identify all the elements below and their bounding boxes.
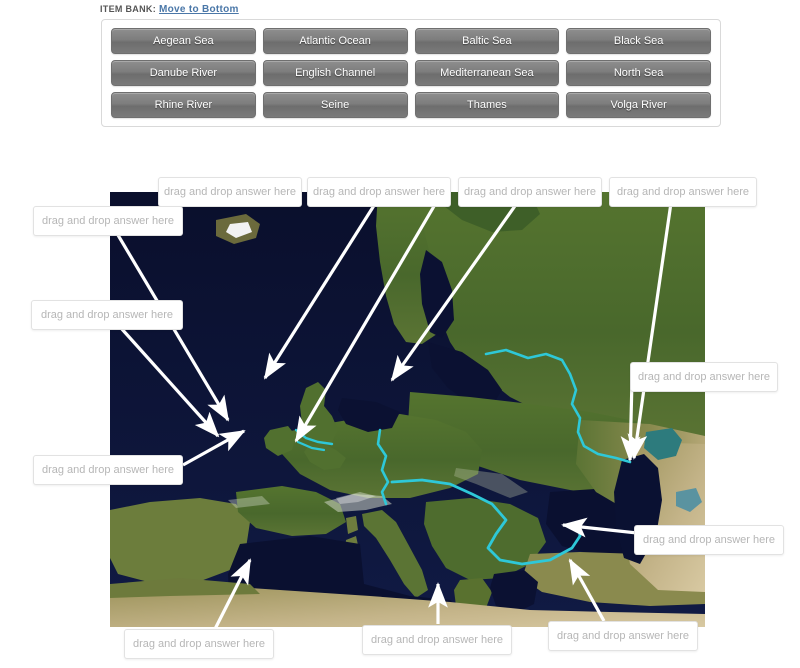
move-to-bottom-link[interactable]: Move to Bottom <box>159 4 239 15</box>
drop-zone[interactable]: drag and drop answer here <box>630 362 778 392</box>
item-bank-item-label: Black Sea <box>613 35 664 47</box>
item-bank-item[interactable]: Aegean Sea <box>111 28 256 54</box>
item-bank-container: Aegean Sea Atlantic Ocean Baltic Sea Black … <box>101 19 721 127</box>
drop-zone[interactable]: drag and drop answer here <box>31 300 183 330</box>
drop-zone-placeholder: drag and drop answer here <box>132 638 266 650</box>
item-bank-item[interactable]: Volga River <box>566 92 711 118</box>
map-graphic <box>110 192 705 627</box>
item-bank-item-label: Seine <box>321 99 350 111</box>
drop-zone[interactable]: drag and drop answer here <box>634 525 784 555</box>
item-bank-item[interactable]: English Channel <box>262 60 408 86</box>
drop-zone-placeholder: drag and drop answer here <box>163 186 297 198</box>
drop-zone[interactable]: drag and drop answer here <box>548 621 698 651</box>
item-bank-item[interactable]: Rhine River <box>111 92 256 118</box>
drop-zone-placeholder: drag and drop answer here <box>370 634 504 646</box>
drop-zone[interactable]: drag and drop answer here <box>124 629 274 659</box>
drop-zone-placeholder: drag and drop answer here <box>312 186 446 198</box>
item-bank-item[interactable]: Thames <box>414 92 560 118</box>
drop-zone[interactable]: drag and drop answer here <box>307 177 451 207</box>
item-bank-item[interactable]: Danube River <box>111 60 256 86</box>
item-bank-item[interactable]: Baltic Sea <box>414 28 560 54</box>
item-bank-item-label: Danube River <box>149 67 217 79</box>
item-bank-item-label: North Sea <box>613 67 664 79</box>
drop-zone[interactable]: drag and drop answer here <box>362 625 512 655</box>
assessment-page: ITEM BANK: Move to Bottom Aegean Sea Atlan… <box>0 0 800 668</box>
item-bank-item-label: Mediterranean Sea <box>440 67 534 79</box>
europe-satellite-map[interactable] <box>110 192 705 627</box>
drop-zone-placeholder: drag and drop answer here <box>41 215 175 227</box>
drop-zone-placeholder: drag and drop answer here <box>463 186 597 198</box>
drop-zone-placeholder: drag and drop answer here <box>642 534 776 546</box>
item-bank-item[interactable]: Atlantic Ocean <box>262 28 408 54</box>
drop-zone[interactable]: drag and drop answer here <box>33 455 183 485</box>
drop-zone-placeholder: drag and drop answer here <box>41 464 175 476</box>
item-bank-item-label: Volga River <box>610 99 667 111</box>
drop-zone[interactable]: drag and drop answer here <box>458 177 602 207</box>
item-bank-item-label: English Channel <box>295 67 376 79</box>
item-bank-item-label: Thames <box>467 99 507 111</box>
item-bank-item[interactable]: Seine <box>262 92 408 118</box>
item-bank-item[interactable]: North Sea <box>566 60 711 86</box>
drop-zone[interactable]: drag and drop answer here <box>158 177 302 207</box>
drop-zone-placeholder: drag and drop answer here <box>556 630 690 642</box>
item-bank-item-label: Rhine River <box>154 99 213 111</box>
drop-zone[interactable]: drag and drop answer here <box>33 206 183 236</box>
item-bank-grid: Aegean Sea Atlantic Ocean Baltic Sea Black … <box>111 28 711 118</box>
item-bank-label: ITEM BANK: <box>100 4 156 14</box>
item-bank-item[interactable]: Black Sea <box>566 28 711 54</box>
item-bank-header: ITEM BANK: Move to Bottom <box>100 4 239 15</box>
item-bank-item-label: Baltic Sea <box>462 35 512 47</box>
drop-zone-placeholder: drag and drop answer here <box>40 309 174 321</box>
item-bank-item-label: Atlantic Ocean <box>299 35 371 47</box>
drop-zone-placeholder: drag and drop answer here <box>616 186 750 198</box>
item-bank-item-label: Aegean Sea <box>153 35 214 47</box>
drop-zone[interactable]: drag and drop answer here <box>609 177 757 207</box>
item-bank-item[interactable]: Mediterranean Sea <box>414 60 560 86</box>
drop-zone-placeholder: drag and drop answer here <box>637 371 771 383</box>
